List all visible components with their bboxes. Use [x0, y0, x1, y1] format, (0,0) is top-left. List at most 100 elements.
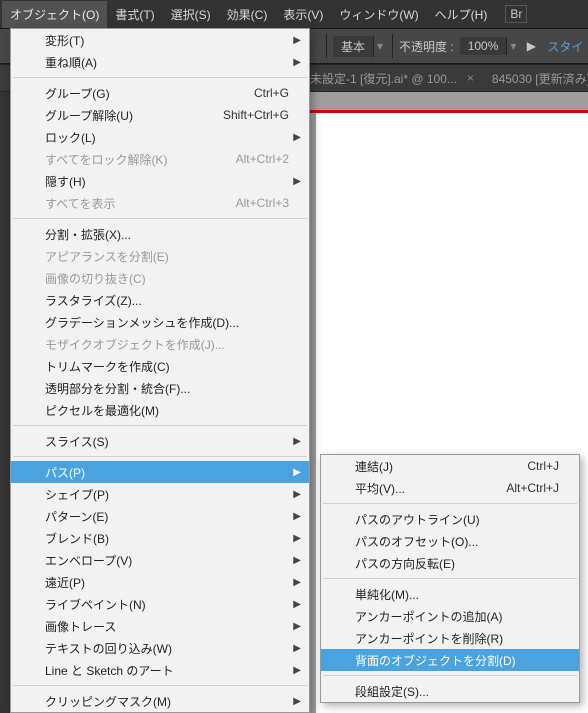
menu-ungroup[interactable]: グループ解除(U)Shift+Ctrl+G [11, 104, 309, 126]
menu-label: Line と Sketch のアート [45, 662, 289, 679]
object-menu: 変形(T)▶ 重ね順(A)▶ グループ(G)Ctrl+G グループ解除(U)Sh… [10, 28, 310, 713]
opacity-label: 不透明度 : [399, 38, 454, 55]
separator [13, 685, 307, 686]
menu-pattern[interactable]: パターン(E)▶ [11, 505, 309, 527]
menu-hide[interactable]: 隠す(H)▶ [11, 170, 309, 192]
menu-label: 変形(T) [45, 32, 289, 49]
separator [326, 34, 327, 58]
chevron-down-icon[interactable]: ▾ [374, 39, 386, 53]
menu-text-wrap[interactable]: テキストの回り込み(W)▶ [11, 637, 309, 659]
menu-label: 段組設定(S)... [355, 683, 559, 700]
menu-label: アンカーポイントの追加(A) [355, 608, 559, 625]
menu-group[interactable]: グループ(G)Ctrl+G [11, 82, 309, 104]
menu-label: 画像トレース [45, 618, 289, 635]
menu-label: ラスタライズ(Z)... [45, 292, 289, 309]
separator [392, 34, 393, 58]
menubar-item-object[interactable]: オブジェクト(O) [2, 1, 107, 28]
submenu-outline[interactable]: パスのアウトライン(U) [321, 508, 579, 530]
menu-shape[interactable]: シェイプ(P) ▶ [11, 483, 309, 505]
menubar-item-effect[interactable]: 効果(C) [219, 1, 276, 28]
submenu-remove-anchor[interactable]: アンカーポイントを削除(R) [321, 627, 579, 649]
submenu-rows-cols[interactable]: 段組設定(S)... [321, 680, 579, 702]
menu-label: ピクセルを最適化(M) [45, 402, 289, 419]
chevron-right-icon: ▶ [293, 489, 301, 500]
menu-label: 連結(J) [355, 458, 527, 475]
close-icon[interactable]: × [467, 71, 474, 85]
chevron-right-icon: ▶ [293, 621, 301, 632]
menu-expand[interactable]: 分割・拡張(X)... [11, 223, 309, 245]
menu-slice[interactable]: スライス(S)▶ [11, 430, 309, 452]
menu-label: モザイクオブジェクトを作成(J)... [45, 336, 289, 353]
menu-flatten-transparency[interactable]: 透明部分を分割・統合(F)... [11, 377, 309, 399]
menu-label: グループ(G) [45, 85, 254, 102]
menu-label: 隠す(H) [45, 173, 289, 190]
menu-label: クリッピングマスク(M) [45, 693, 289, 710]
menu-label: アンカーポイントを削除(R) [355, 630, 559, 647]
document-tab[interactable]: 未設定-1 [復元].ai* @ 100... [310, 70, 457, 87]
menu-label: グループ解除(U) [45, 107, 223, 124]
menu-label: シェイプ(P) [45, 486, 289, 503]
submenu-divide-below[interactable]: 背面のオブジェクトを分割(D) [321, 649, 579, 671]
menu-label: 単純化(M)... [355, 586, 559, 603]
menu-label: アピアランスを分割(E) [45, 248, 289, 265]
bridge-button[interactable]: Br [505, 5, 527, 23]
shortcut: Shift+Ctrl+G [223, 108, 289, 122]
submenu-average[interactable]: 平均(V)...Alt+Ctrl+J [321, 477, 579, 499]
opacity-value[interactable]: 100% [460, 37, 508, 55]
menu-live-paint[interactable]: ライブペイント(N)▶ [11, 593, 309, 615]
submenu-add-anchor[interactable]: アンカーポイントの追加(A) [321, 605, 579, 627]
menu-label: ロック(L) [45, 129, 289, 146]
menu-clipping-mask[interactable]: クリッピングマスク(M)▶ [11, 690, 309, 712]
bridge-label: Br [510, 7, 522, 21]
menubar-label: ヘルプ(H) [435, 8, 488, 22]
menu-pixel-perfect[interactable]: ピクセルを最適化(M) [11, 399, 309, 421]
menubar-item-help[interactable]: ヘルプ(H) [427, 1, 496, 28]
menu-envelope[interactable]: エンベロープ(V)▶ [11, 549, 309, 571]
menu-arrange[interactable]: 重ね順(A)▶ [11, 51, 309, 73]
menu-image-trace[interactable]: 画像トレース ▶ [11, 615, 309, 637]
separator [13, 425, 307, 426]
menu-perspective[interactable]: 遠近(P)▶ [11, 571, 309, 593]
submenu-offset[interactable]: パスのオフセット(O)... [321, 530, 579, 552]
menu-label: 平均(V)... [355, 480, 506, 497]
menu-line-sketch[interactable]: Line と Sketch のアート ▶ [11, 659, 309, 681]
menu-blend[interactable]: ブレンド(B) ▶ [11, 527, 309, 549]
menubar-item-select[interactable]: 選択(S) [163, 1, 219, 28]
chevron-right-icon: ▶ [293, 467, 301, 478]
menu-path[interactable]: パス(P)▶ [11, 461, 309, 483]
menubar-label: ウィンドウ(W) [339, 8, 418, 22]
menubar-item-window[interactable]: ウィンドウ(W) [331, 1, 426, 28]
menu-label: パターン(E) [45, 508, 289, 525]
menubar-label: 効果(C) [227, 8, 268, 22]
path-submenu: 連結(J)Ctrl+J 平均(V)...Alt+Ctrl+J パスのアウトライン… [320, 454, 580, 703]
submenu-simplify[interactable]: 単純化(M)... [321, 583, 579, 605]
menu-label: 透明部分を分割・統合(F)... [45, 380, 289, 397]
chevron-down-icon[interactable]: ▾ [507, 39, 519, 53]
menu-transform[interactable]: 変形(T)▶ [11, 29, 309, 51]
menu-lock[interactable]: ロック(L)▶ [11, 126, 309, 148]
submenu-join[interactable]: 連結(J)Ctrl+J [321, 455, 579, 477]
menubar-item-view[interactable]: 表示(V) [275, 1, 331, 28]
chevron-right-icon: ▶ [293, 665, 301, 676]
menu-show-all: すべてを表示Alt+Ctrl+3 [11, 192, 309, 214]
chevron-right-icon: ▶ [293, 643, 301, 654]
menu-label: 遠近(P) [45, 574, 289, 591]
shortcut: Alt+Ctrl+2 [236, 152, 289, 166]
document-tab[interactable]: 845030 [更新済み] [492, 70, 588, 87]
menu-label: ライブペイント(N) [45, 596, 289, 613]
style-link[interactable]: スタイ [547, 38, 583, 55]
submenu-reverse[interactable]: パスの方向反転(E) [321, 552, 579, 574]
separator [13, 77, 307, 78]
chevron-right-icon[interactable]: ▶ [525, 39, 537, 53]
style-dropdown[interactable]: 基本 [333, 36, 374, 57]
menu-gradient-mesh[interactable]: グラデーションメッシュを作成(D)... [11, 311, 309, 333]
menu-trim-marks[interactable]: トリムマークを作成(C) [11, 355, 309, 377]
chevron-right-icon: ▶ [293, 533, 301, 544]
menu-label: 重ね順(A) [45, 54, 289, 71]
menu-mosaic: モザイクオブジェクトを作成(J)... [11, 333, 309, 355]
menubar-item-type[interactable]: 書式(T) [107, 1, 162, 28]
chevron-right-icon: ▶ [293, 436, 301, 447]
menu-rasterize[interactable]: ラスタライズ(Z)... [11, 289, 309, 311]
menu-label: 分割・拡張(X)... [45, 226, 289, 243]
menu-label: ブレンド(B) [45, 530, 289, 547]
